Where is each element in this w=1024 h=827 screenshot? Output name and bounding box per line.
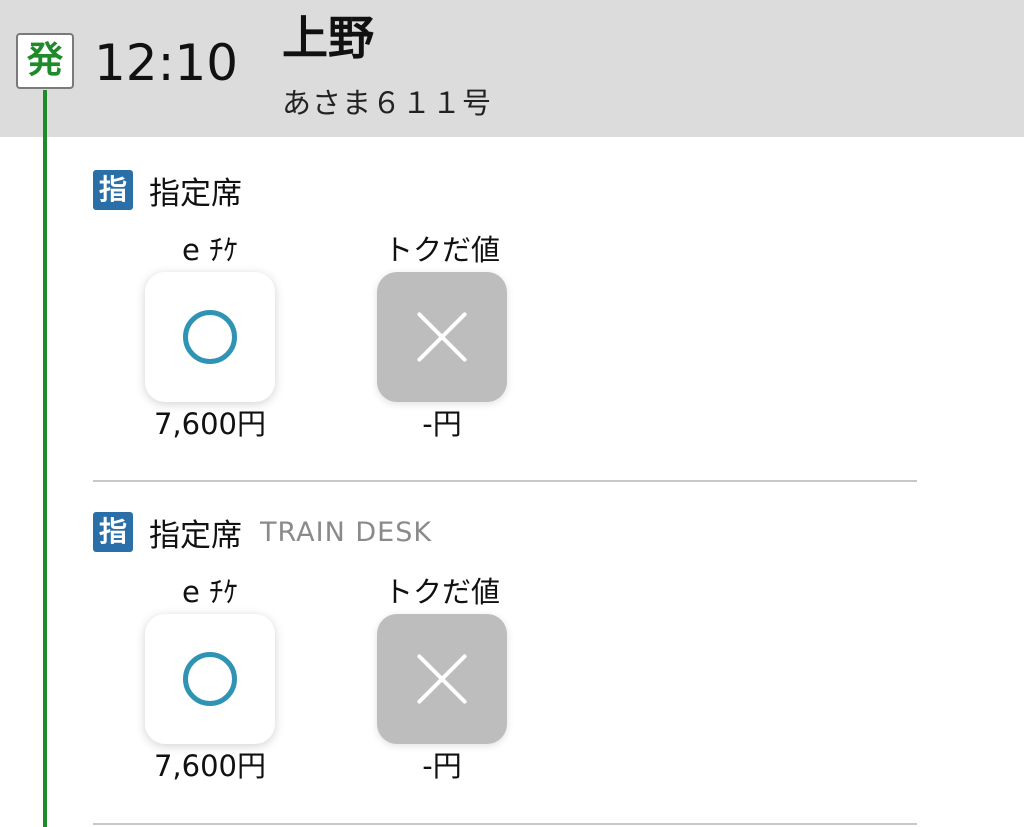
departure-badge: 発 xyxy=(16,33,74,89)
seat-type-header: 指 指定席 TRAIN DESK xyxy=(93,512,433,554)
fare-price: 7,600円 xyxy=(153,407,267,441)
fare-price: -円 xyxy=(422,749,462,783)
route-timeline-line xyxy=(43,90,47,827)
fare-name: トクだ値 xyxy=(383,575,500,609)
fare-select-button[interactable] xyxy=(145,614,275,744)
fare-select-button[interactable] xyxy=(145,272,275,402)
seat-type-sublabel: TRAIN DESK xyxy=(260,516,433,548)
fare-name: トクだ値 xyxy=(383,233,500,267)
departure-time: 12:10 xyxy=(94,34,239,92)
reserved-seat-icon: 指 xyxy=(93,512,133,552)
fare-name: e ﾁｹ xyxy=(181,233,239,267)
section-divider xyxy=(93,823,917,825)
section-divider xyxy=(93,480,917,482)
fare-name: e ﾁｹ xyxy=(181,575,239,609)
circle-icon xyxy=(183,652,237,706)
fare-price: -円 xyxy=(422,407,462,441)
departure-station: 上野 xyxy=(282,11,374,65)
fare-unavailable-button xyxy=(377,614,507,744)
x-icon xyxy=(412,649,472,709)
circle-icon xyxy=(183,310,237,364)
train-name: あさま６１１号 xyxy=(282,86,493,120)
fare-price: 7,600円 xyxy=(153,749,267,783)
seat-type-header: 指 指定席 xyxy=(93,170,260,212)
reserved-seat-icon: 指 xyxy=(93,170,133,210)
seat-type-label: 指定席 xyxy=(149,517,242,554)
x-icon xyxy=(412,307,472,367)
train-result-page: 発 12:10 上野 あさま６１１号 指 指定席 e ﾁｹ 7,600円 トクだ… xyxy=(0,0,1024,827)
seat-type-label: 指定席 xyxy=(149,175,242,212)
fare-unavailable-button xyxy=(377,272,507,402)
